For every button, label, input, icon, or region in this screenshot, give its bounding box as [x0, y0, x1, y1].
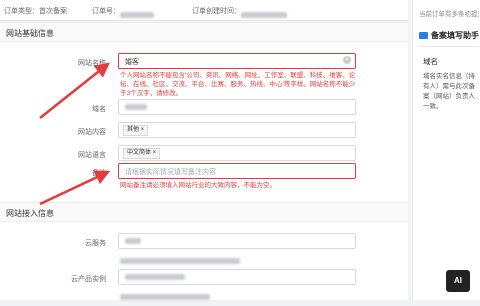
assistant-description: 域名实名信息（持有人）需与此次备案（网站）负责人一致。	[423, 73, 475, 110]
section-access-info: 网站接入信息	[0, 202, 408, 222]
content-label: 网站内容	[78, 129, 106, 136]
ai-assistant-badge[interactable]: AI	[446, 270, 470, 292]
remark-error: 网站备注请必须填入网站行业的大致内容，不能为空。	[120, 182, 276, 189]
site-name-input[interactable]: 婚客 ×	[118, 53, 356, 69]
assistant-field-title: 域名	[423, 57, 438, 66]
submit-hint: 当前订单有多条初提交	[419, 11, 479, 18]
assistant-panel: 当前订单有多条初提交 备案填写助手 域名 域名实名信息（持有人）需与此次备案（网…	[412, 0, 480, 300]
remark-input[interactable]: 请根据实际情况填写备注内容	[118, 163, 356, 179]
cloud-service-select[interactable]	[118, 233, 356, 249]
site-name-label: 网站名称	[78, 60, 106, 67]
content-select[interactable]: 其他 ×	[118, 122, 356, 138]
order-type: 订单类型：首次备案	[4, 8, 67, 15]
cloud-service-label: 云服务	[85, 240, 106, 247]
assistant-title: 备案填写助手	[419, 30, 479, 41]
remark-label: 备注	[92, 170, 106, 177]
form-panel: 网站基础信息 网站名称 婚客 × 个人网站名称不能包含'公司、资讯、网络、网址、…	[0, 22, 408, 300]
cloud-instance-select[interactable]	[118, 269, 356, 285]
language-select[interactable]: 中文简体 ×	[118, 145, 356, 161]
domain-label: 域名	[92, 106, 106, 113]
cloud-instance-detail	[120, 288, 210, 306]
order-created-label: 订单创建时间：	[192, 6, 287, 18]
clear-icon[interactable]: ×	[343, 56, 351, 64]
language-label: 网站语言	[78, 152, 106, 159]
domain-input[interactable]	[118, 99, 356, 115]
content-tag: 其他 ×	[123, 125, 149, 136]
section-basic-info: 网站基础信息	[0, 22, 408, 42]
book-icon	[419, 32, 428, 40]
cloud-instance-label: 云产品实例	[71, 276, 106, 283]
order-info-bar: 订单类型：首次备案 订单号： 订单创建时间：	[0, 0, 408, 21]
language-tag: 中文简体 ×	[123, 148, 161, 159]
site-name-error: 个人网站名称不能包含'公司、资讯、网络、网址、工作室、联盟、科技、维客、论坛、在…	[120, 72, 356, 97]
divider	[419, 46, 479, 47]
order-number-label: 订单号：	[92, 6, 154, 18]
cloud-service-detail	[120, 252, 240, 270]
